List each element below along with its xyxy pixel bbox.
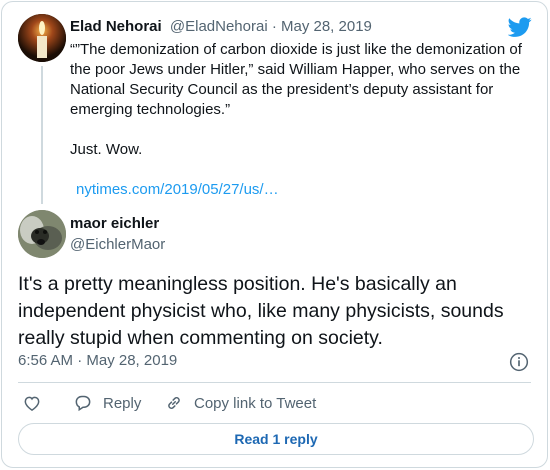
divider xyxy=(18,382,531,383)
link-icon xyxy=(168,397,180,409)
parent-author-handle[interactable]: @EladNehorai · May 28, 2019 xyxy=(170,18,372,35)
copy-link-label: Copy link to Tweet xyxy=(194,394,317,412)
reply-author-handle[interactable]: @EichlerMaor xyxy=(70,235,165,255)
like-button[interactable] xyxy=(22,391,42,415)
heart-icon xyxy=(24,396,40,411)
thread-connector-line xyxy=(41,66,43,204)
dog-avatar-image xyxy=(18,210,66,258)
twitter-bird-icon[interactable] xyxy=(508,15,532,39)
tweet-actions-bar: Reply Copy link to Tweet xyxy=(2,391,547,415)
parent-author-name[interactable]: Elad Nehorai xyxy=(70,18,162,35)
candle-avatar-image xyxy=(18,14,66,62)
reply-button-label: Reply xyxy=(103,394,142,412)
reply-button[interactable]: Reply xyxy=(73,391,141,415)
parent-author-header: Elad Nehorai @EladNehorai · May 28, 2019 xyxy=(70,17,372,37)
reply-avatar[interactable] xyxy=(18,210,66,258)
parent-avatar[interactable] xyxy=(18,14,66,62)
read-replies-button[interactable]: Read 1 reply xyxy=(18,423,534,455)
parent-quote: “”The demonization of carbon dioxide is … xyxy=(70,41,522,118)
copy-link-button[interactable]: Copy link to Tweet xyxy=(164,391,316,415)
parent-tweet-text: “”The demonization of carbon dioxide is … xyxy=(70,40,530,160)
reply-author-name[interactable]: maor eichler xyxy=(70,214,159,234)
tweet-embed-card: Elad Nehorai @EladNehorai · May 28, 2019… xyxy=(1,1,548,468)
info-icon[interactable] xyxy=(509,352,529,372)
parent-article-link[interactable]: nytimes.com/2019/05/27/us/… xyxy=(76,180,279,200)
comment-icon xyxy=(75,395,91,412)
tweet-timestamp[interactable]: 6:56 AM · May 28, 2019 xyxy=(18,351,177,371)
reply-tweet-text: It's a pretty meaningless position. He's… xyxy=(18,273,504,349)
parent-comment: Just. Wow. xyxy=(70,141,143,158)
